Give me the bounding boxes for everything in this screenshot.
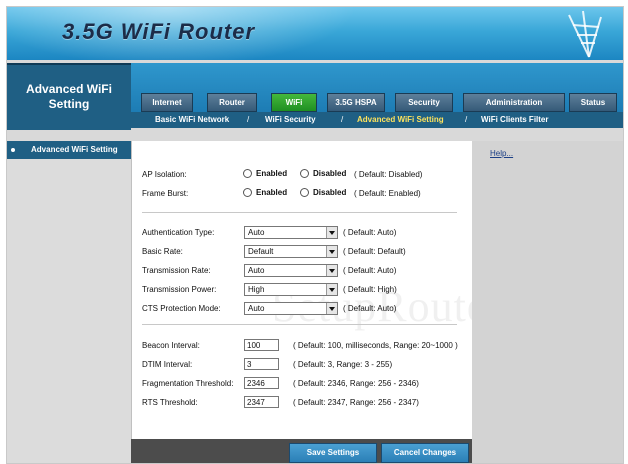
left-sidebar: Advanced WiFi Setting (7, 141, 131, 463)
subnav-separator: / (341, 115, 344, 124)
antenna-icon (568, 10, 602, 58)
transmission-power-default: ( Default: High) (343, 285, 397, 294)
auth-type-default: ( Default: Auto) (343, 228, 397, 237)
dropdown-arrow-icon (326, 303, 337, 314)
ap-isolation-disabled[interactable]: Disabled (300, 169, 347, 179)
radio-label: Disabled (313, 169, 347, 178)
dropdown-arrow-icon (326, 227, 337, 238)
basic-rate-default: ( Default: Default) (343, 247, 406, 256)
settings-form: SetupRouter.com AP Isolation: Enabled Di… (131, 141, 590, 439)
transmission-power-select[interactable]: High (244, 283, 338, 296)
tab-router[interactable]: Router (207, 93, 257, 112)
basic-rate-select[interactable]: Default (244, 245, 338, 258)
auth-type-select[interactable]: Auto (244, 226, 338, 239)
frame-burst-enabled[interactable]: Enabled (243, 188, 288, 198)
section-divider (142, 324, 457, 325)
fragmentation-threshold-input[interactable]: 2346 (244, 377, 279, 389)
auth-type-label: Authentication Type: (142, 228, 215, 237)
select-value: High (248, 285, 265, 294)
frame-burst-label: Frame Burst: (142, 189, 189, 198)
save-settings-button[interactable]: Save Settings (289, 443, 377, 463)
dropdown-arrow-icon (326, 246, 337, 257)
beacon-interval-label: Beacon Interval: (142, 341, 200, 350)
basic-rate-label: Basic Rate: (142, 247, 183, 256)
subnav-wifi-security[interactable]: WiFi Security (265, 112, 316, 128)
subnav-wifi-clients-filter[interactable]: WiFi Clients Filter (481, 112, 549, 128)
radio-icon (300, 188, 309, 198)
subnav-separator: / (247, 115, 250, 124)
beacon-interval-input[interactable]: 100 (244, 339, 279, 351)
radio-icon (300, 169, 309, 179)
transmission-power-label: Transmission Power: (142, 285, 217, 294)
transmission-rate-default: ( Default: Auto) (343, 266, 397, 275)
rts-threshold-label: RTS Threshold: (142, 398, 198, 407)
select-value: Auto (248, 228, 265, 237)
section-title-line1: Advanced WiFi (26, 82, 112, 96)
section-title-line2: Setting (48, 97, 90, 111)
fragmentation-threshold-default: ( Default: 2346, Range: 256 - 2346) (293, 379, 419, 388)
dtim-interval-label: DTIM Interval: (142, 360, 193, 369)
bullet-icon (11, 148, 15, 152)
router-admin-page: 3.5G WiFi Router Advanced WiFi Setting I… (6, 6, 624, 464)
frame-burst-default: ( Default: Enabled) (354, 189, 421, 198)
dtim-interval-default: ( Default: 3, Range: 3 - 255) (293, 360, 393, 369)
tab-administration[interactable]: Administration (463, 93, 565, 112)
beacon-interval-default: ( Default: 100, milliseconds, Range: 20~… (293, 341, 458, 350)
radio-icon (243, 188, 252, 198)
brand-title: 3.5G WiFi Router (62, 19, 256, 44)
tab-wifi[interactable]: WiFi (271, 93, 317, 112)
cts-protection-default: ( Default: Auto) (343, 304, 397, 313)
cts-protection-select[interactable]: Auto (244, 302, 338, 315)
top-navigation: Internet Router WiFi 3.5G HSPA Security … (131, 63, 623, 128)
header-banner: 3.5G WiFi Router (7, 7, 623, 60)
transmission-rate-label: Transmission Rate: (142, 266, 211, 275)
help-link[interactable]: Help... (490, 149, 513, 158)
dropdown-arrow-icon (326, 284, 337, 295)
select-value: Auto (248, 266, 265, 275)
sidebar-item-label: Advanced WiFi Setting (31, 145, 118, 154)
rts-threshold-input[interactable]: 2347 (244, 396, 279, 408)
fragmentation-threshold-label: Fragmentation Threshold: (142, 379, 234, 388)
ap-isolation-label: AP Isolation: (142, 170, 187, 179)
radio-label: Disabled (313, 188, 347, 197)
frame-burst-disabled[interactable]: Disabled (300, 188, 347, 198)
sidebar-item-advanced-wifi-setting[interactable]: Advanced WiFi Setting (7, 141, 131, 159)
tab-3-5g-hspa[interactable]: 3.5G HSPA (327, 93, 385, 112)
select-value: Default (248, 247, 274, 256)
tab-internet[interactable]: Internet (141, 93, 193, 112)
section-divider (142, 212, 457, 213)
nav-bar: Internet Router WiFi 3.5G HSPA Security … (131, 63, 623, 112)
help-panel: Help... (472, 141, 623, 463)
footer-bar: Save Settings Cancel Changes (131, 439, 472, 463)
ap-isolation-default: ( Default: Disabled) (354, 170, 423, 179)
sub-navigation: Basic WiFi Network / WiFi Security / Adv… (131, 112, 623, 128)
dropdown-arrow-icon (326, 265, 337, 276)
ap-isolation-enabled[interactable]: Enabled (243, 169, 288, 179)
cancel-changes-button[interactable]: Cancel Changes (381, 443, 469, 463)
dtim-interval-input[interactable]: 3 (244, 358, 279, 370)
tab-status[interactable]: Status (569, 93, 617, 112)
subnav-advanced-wifi-setting[interactable]: Advanced WiFi Setting (357, 112, 444, 128)
subnav-basic-wifi-network[interactable]: Basic WiFi Network (155, 112, 229, 128)
subnav-separator: / (465, 115, 468, 124)
radio-icon (243, 169, 252, 179)
select-value: Auto (248, 304, 265, 313)
cts-protection-label: CTS Protection Mode: (142, 304, 221, 313)
transmission-rate-select[interactable]: Auto (244, 264, 338, 277)
rts-threshold-default: ( Default: 2347, Range: 256 - 2347) (293, 398, 419, 407)
section-title: Advanced WiFi Setting (7, 63, 131, 130)
radio-label: Enabled (256, 169, 288, 178)
tab-security[interactable]: Security (395, 93, 453, 112)
radio-label: Enabled (256, 188, 288, 197)
